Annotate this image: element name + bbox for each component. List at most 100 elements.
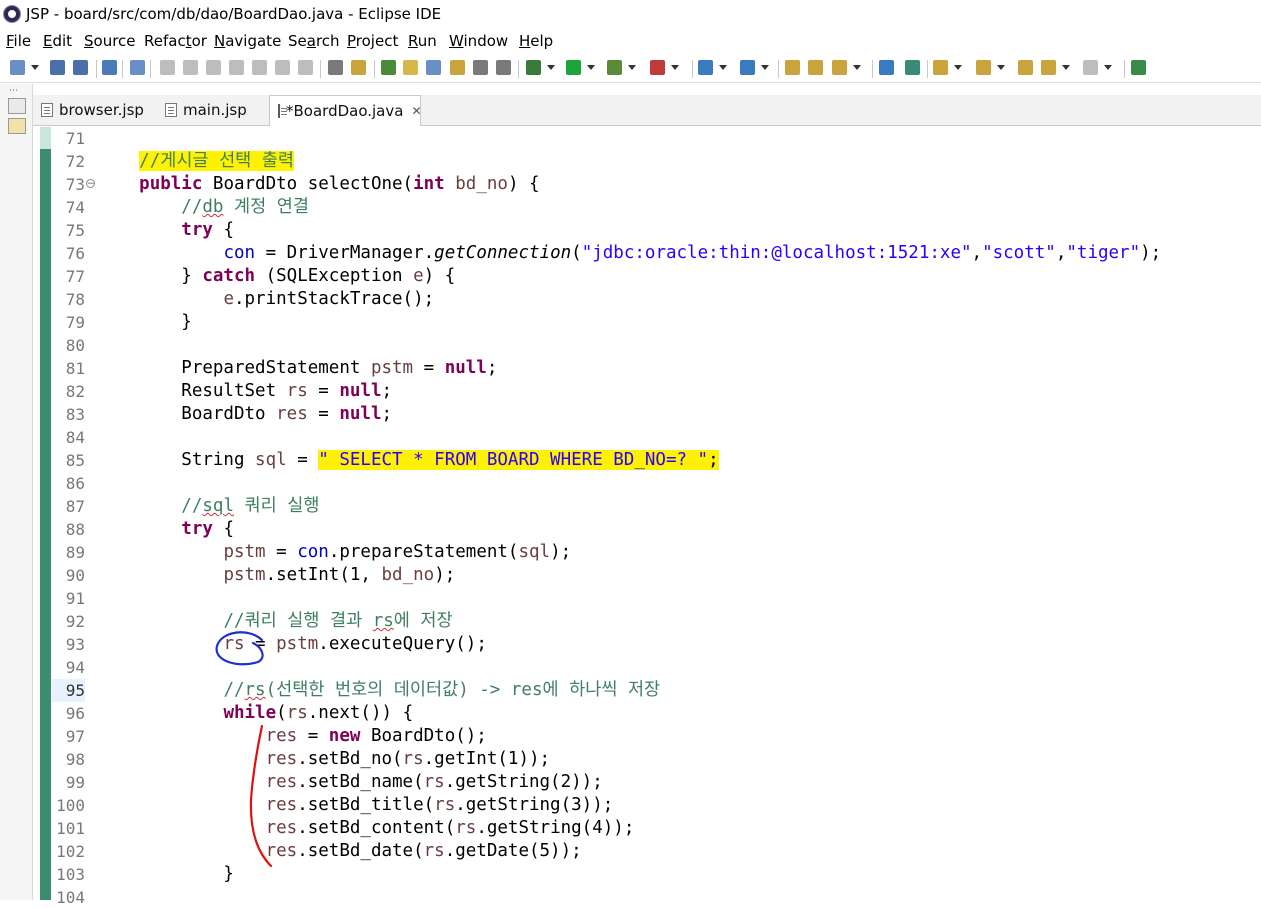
code-line[interactable]: 100 res.setBd_title(rs.getString(3));: [0, 794, 1261, 817]
code-line[interactable]: 77 } catch (SQLException e) {: [0, 265, 1261, 288]
code-line[interactable]: 74 //db 계정 연결: [0, 196, 1261, 219]
globe-icon[interactable]: [879, 60, 894, 75]
resume-icon[interactable]: [160, 60, 175, 75]
code-line[interactable]: 91: [0, 587, 1261, 610]
open-type-icon[interactable]: [785, 60, 800, 75]
new-icon[interactable]: [10, 60, 25, 75]
chevron-down-icon[interactable]: [853, 65, 861, 70]
code-line[interactable]: 85 String sql = " SELECT * FROM BOARD WH…: [0, 449, 1261, 472]
menu-item[interactable]: File: [6, 32, 31, 50]
prev-edit-icon[interactable]: [976, 60, 991, 75]
code-line[interactable]: 71: [0, 127, 1261, 150]
code-line[interactable]: 92 //쿼리 실행 결과 rs에 저장: [0, 610, 1261, 633]
search-icon[interactable]: [832, 60, 847, 75]
external-tools-icon[interactable]: [650, 60, 665, 75]
next-annotation-icon[interactable]: [450, 60, 465, 75]
menu-item[interactable]: Help: [519, 32, 553, 50]
new-server-icon[interactable]: [698, 60, 713, 75]
menu-item[interactable]: Project: [347, 32, 398, 50]
code-text: pstm = con.prepareStatement(sql);: [223, 542, 572, 562]
code-line[interactable]: 72 //게시글 선택 출력: [0, 150, 1261, 173]
code-line[interactable]: 97 res = new BoardDto();: [0, 725, 1261, 748]
coverage-icon[interactable]: [607, 60, 622, 75]
open-task-icon[interactable]: [808, 60, 823, 75]
code-line[interactable]: 87 //sql 쿼리 실행: [0, 495, 1261, 518]
code-line[interactable]: 104: [0, 886, 1261, 909]
open-perspective-icon[interactable]: [1131, 60, 1146, 75]
code-line[interactable]: 88 try {: [0, 518, 1261, 541]
tab-browser-jsp[interactable]: browser.jsp: [33, 95, 153, 125]
code-line[interactable]: 94: [0, 656, 1261, 679]
highlight-icon[interactable]: [403, 60, 418, 75]
code-line[interactable]: 96 while(rs.next()) {: [0, 702, 1261, 725]
code-line[interactable]: 103 }: [0, 863, 1261, 886]
code-line[interactable]: 78 e.printStackTrace();: [0, 288, 1261, 311]
menu-item[interactable]: Edit: [43, 32, 72, 50]
step-return-icon[interactable]: [298, 60, 313, 75]
step-into-icon[interactable]: [252, 60, 267, 75]
code-line[interactable]: 93 rs = pstm.executeQuery();: [0, 633, 1261, 656]
chevron-down-icon[interactable]: [547, 65, 555, 70]
toggle-mark-icon[interactable]: [381, 60, 396, 75]
use-step-filters-icon[interactable]: [351, 60, 366, 75]
save-icon[interactable]: [50, 60, 65, 75]
disconnect-icon[interactable]: [229, 60, 244, 75]
new-class-icon[interactable]: [740, 60, 755, 75]
perspective-icon[interactable]: [905, 60, 920, 75]
suspend-icon[interactable]: [183, 60, 198, 75]
chevron-down-icon[interactable]: [1062, 65, 1070, 70]
terminate-icon[interactable]: [206, 60, 221, 75]
tab-main-jsp[interactable]: main.jsp: [157, 95, 269, 125]
tab-boarddao-java[interactable]: *BoardDao.java ✕: [269, 95, 422, 126]
code-line[interactable]: 79 }: [0, 311, 1261, 334]
step-over-icon[interactable]: [275, 60, 290, 75]
chevron-down-icon[interactable]: [671, 65, 679, 70]
chevron-down-icon[interactable]: [1104, 65, 1112, 70]
chevron-down-icon[interactable]: [719, 65, 727, 70]
menu-item[interactable]: Source: [84, 32, 136, 50]
code-line[interactable]: 75 try {: [0, 219, 1261, 242]
menu-item[interactable]: Window: [449, 32, 508, 50]
pilcrow-icon[interactable]: [496, 60, 511, 75]
code-line[interactable]: 73− public BoardDto selectOne(int bd_no)…: [0, 173, 1261, 196]
forward-icon[interactable]: [1083, 60, 1098, 75]
code-line[interactable]: 90 pstm.setInt(1, bd_no);: [0, 564, 1261, 587]
code-line[interactable]: 101 res.setBd_content(rs.getString(4));: [0, 817, 1261, 840]
save-all-icon[interactable]: [73, 60, 88, 75]
code-line[interactable]: 86: [0, 472, 1261, 495]
chevron-down-icon[interactable]: [628, 65, 636, 70]
chevron-down-icon[interactable]: [761, 65, 769, 70]
code-line[interactable]: 76 con = DriverManager.getConnection("jd…: [0, 242, 1261, 265]
chevron-down-icon[interactable]: [31, 65, 39, 70]
debug-icon[interactable]: [526, 60, 541, 75]
code-line[interactable]: 81 PreparedStatement pstm = null;: [0, 357, 1261, 380]
next-edit-icon[interactable]: [933, 60, 948, 75]
last-edit-icon[interactable]: [1018, 60, 1033, 75]
code-line[interactable]: 83 BoardDto res = null;: [0, 403, 1261, 426]
code-line[interactable]: 84: [0, 426, 1261, 449]
restore-icon[interactable]: [8, 98, 26, 114]
code-line[interactable]: 89 pstm = con.prepareStatement(sql);: [0, 541, 1261, 564]
chevron-down-icon[interactable]: [587, 65, 595, 70]
skip-breakpoints-icon[interactable]: [130, 60, 145, 75]
chevron-down-icon[interactable]: [997, 65, 1005, 70]
fold-collapse-icon[interactable]: −: [86, 179, 95, 189]
code-line[interactable]: 99 res.setBd_name(rs.getString(2));: [0, 771, 1261, 794]
show-whitespace-icon[interactable]: [473, 60, 488, 75]
code-line[interactable]: 80: [0, 334, 1261, 357]
back-icon[interactable]: [1041, 60, 1056, 75]
drop-frame-icon[interactable]: [328, 60, 343, 75]
menu-item[interactable]: Run: [408, 32, 437, 50]
menu-item[interactable]: Search: [288, 32, 340, 50]
chevron-down-icon[interactable]: [954, 65, 962, 70]
code-line[interactable]: 98 res.setBd_no(rs.getInt(1));: [0, 748, 1261, 771]
code-line[interactable]: 102 res.setBd_date(rs.getDate(5));: [0, 840, 1261, 863]
terminal-icon[interactable]: [102, 60, 117, 75]
run-icon[interactable]: [566, 60, 581, 75]
close-tab-icon[interactable]: ✕: [411, 104, 421, 118]
code-line[interactable]: 95 //rs(선택한 번호의 데이터값) -> res에 하나씩 저장: [0, 679, 1261, 702]
block-select-icon[interactable]: [426, 60, 441, 75]
code-line[interactable]: 82 ResultSet rs = null;: [0, 380, 1261, 403]
menu-item[interactable]: Navigate: [214, 32, 281, 50]
menu-item[interactable]: Refactor: [144, 32, 207, 50]
